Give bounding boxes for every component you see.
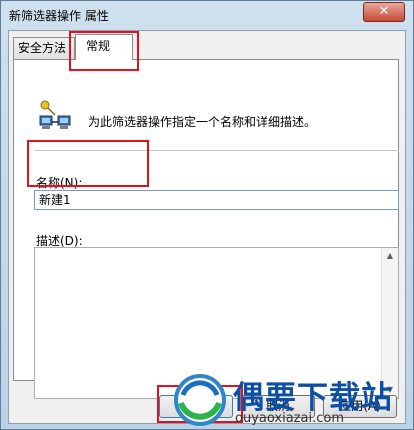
divider — [34, 150, 399, 151]
name-label: 名称(N): — [36, 176, 83, 190]
dialog-description: 为此筛选器操作指定一个名称和详细描述。 — [88, 115, 317, 129]
properties-dialog: 新筛选器操作 属性 ✕ 安全方法 常规 为此筛选器操作指定一个名称和详细描述。 … — [0, 0, 414, 430]
tab-general[interactable]: 常规 — [75, 34, 133, 60]
scroll-up-icon[interactable]: ▲ — [382, 248, 398, 264]
watermark-url: ouyaoxiazai.com — [235, 411, 344, 426]
title-bar: 新筛选器操作 属性 ✕ — [1, 1, 413, 29]
dialog-client-area: 安全方法 常规 为此筛选器操作指定一个名称和详细描述。 名称(N): 新建1 描… — [8, 30, 406, 424]
site-watermark: 偶要下载站 ouyaoxiazai.com — [173, 371, 413, 429]
window-title: 新筛选器操作 属性 — [9, 9, 109, 23]
filter-action-icon — [39, 100, 71, 129]
watermark-logo-icon — [174, 374, 226, 426]
tab-security-methods[interactable]: 安全方法 — [13, 37, 75, 59]
name-input[interactable]: 新建1 — [34, 190, 399, 210]
general-tab-panel: 为此筛选器操作指定一个名称和详细描述。 名称(N): 新建1 描述(D): ▲ … — [13, 59, 399, 399]
close-button[interactable]: ✕ — [363, 2, 405, 22]
